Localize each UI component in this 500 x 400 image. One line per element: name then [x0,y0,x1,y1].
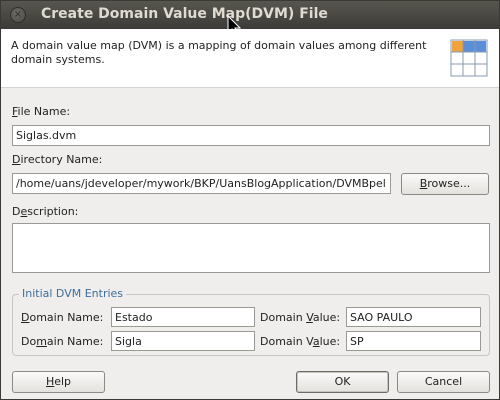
domain-value-input-2[interactable]: SP [346,331,481,351]
domain-name-input-2[interactable]: Sigla [111,331,255,351]
close-icon[interactable]: × [10,7,26,23]
file-name-input[interactable]: Siglas.dvm [12,125,490,146]
domain-value-label-2: Domain Value: [260,335,341,348]
domain-name-label-2: Domain Name: [21,335,104,348]
domain-value-label-1: Domain Value: [260,311,341,324]
group-title: Initial DVM Entries [19,287,127,300]
dialog-window: × Create Domain Value Map(DVM) File A do… [0,0,500,400]
domain-value-input-1[interactable]: SAO PAULO [346,307,481,327]
browse-button[interactable]: Browse... [401,173,489,195]
directory-name-label: Directory Name: [12,153,103,166]
header-description: A domain value map (DVM) is a mapping of… [11,39,427,66]
domain-name-label-1: Domain Name: [21,311,104,324]
domain-name-input-1[interactable]: Estado [111,307,255,327]
description-textarea[interactable] [12,223,490,273]
help-button[interactable]: Help [12,371,105,393]
dialog-header: A domain value map (DVM) is a mapping of… [1,29,499,88]
title-bar[interactable]: × Create Domain Value Map(DVM) File [1,1,499,29]
description-label: Description: [12,205,79,218]
window-title: Create Domain Value Map(DVM) File [41,6,328,22]
file-name-label: File Name: [12,105,71,118]
dvm-table-icon [450,39,488,77]
cancel-button[interactable]: Cancel [397,371,490,393]
ok-button[interactable]: OK [296,371,389,393]
directory-name-input[interactable]: /home/uans/jdeveloper/mywork/BKP/UansBlo… [12,173,391,194]
